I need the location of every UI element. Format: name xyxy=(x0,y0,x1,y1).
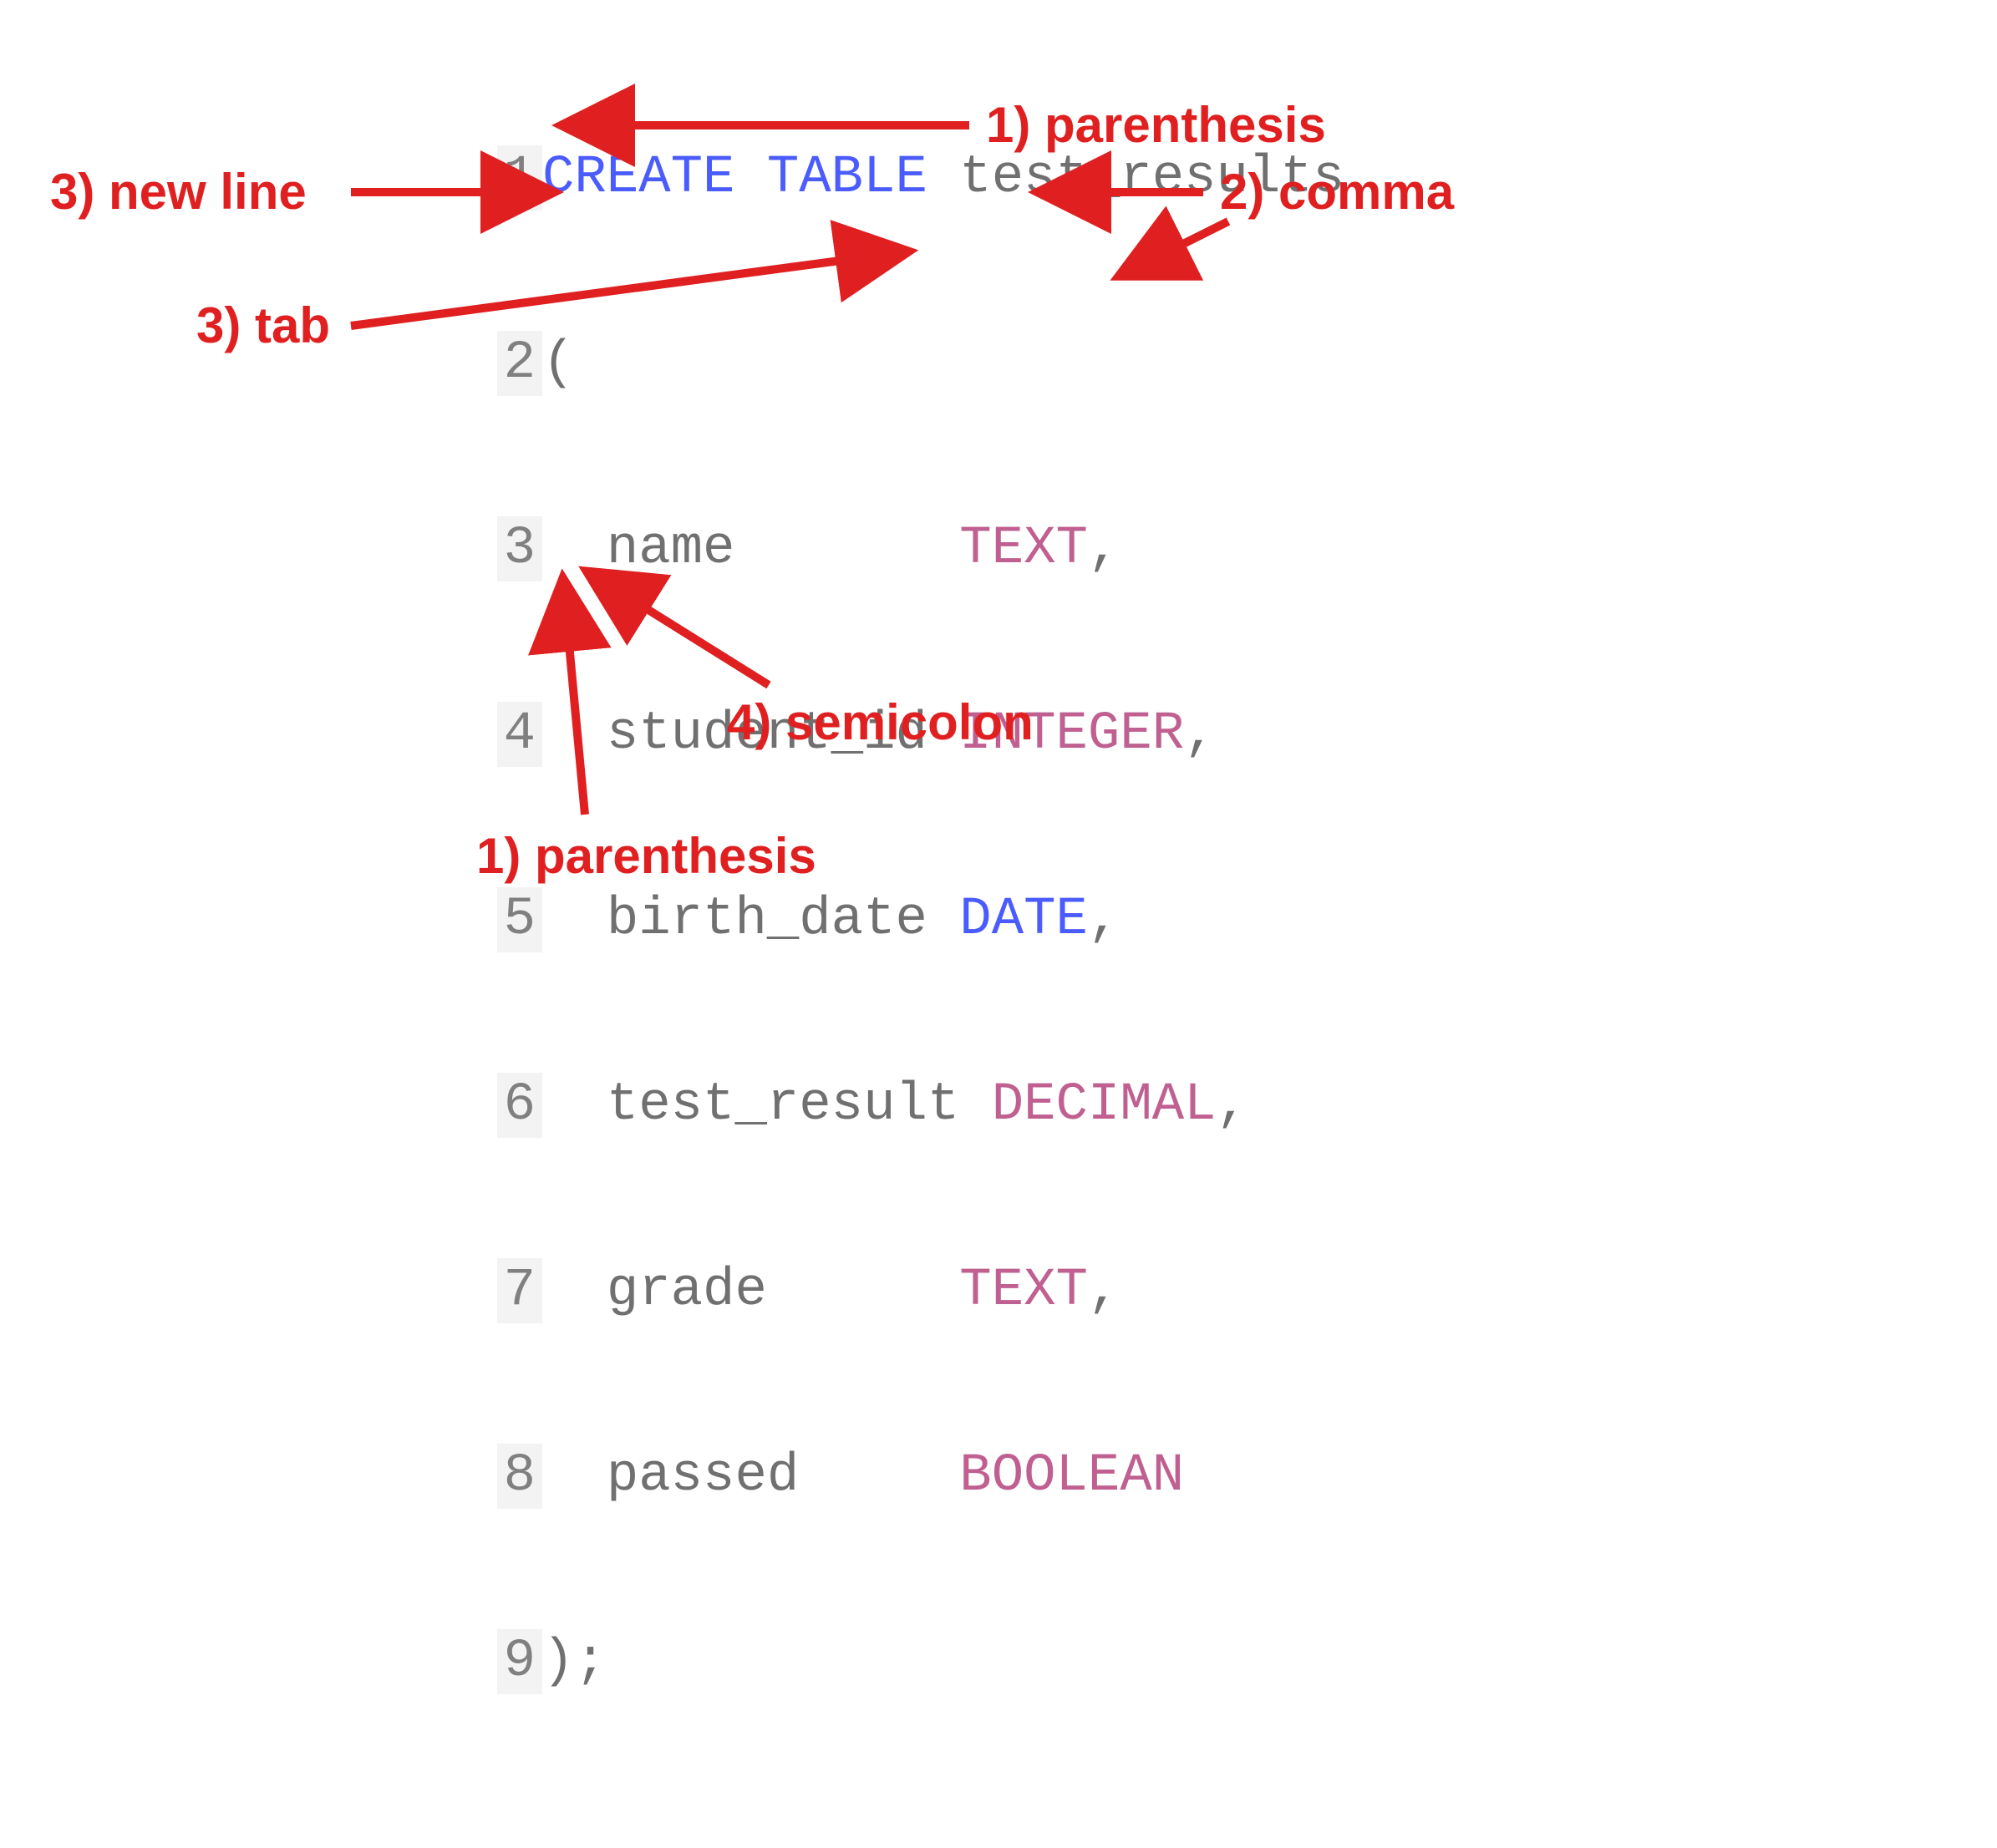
line-number: 9 xyxy=(497,1629,542,1694)
annotation-new-line: 3) new line xyxy=(50,163,307,221)
column-name: passed xyxy=(607,1446,959,1506)
sql-code-block: 1CREATE TABLE test_results 2( 3 name TEX… xyxy=(497,25,1344,1815)
column-name: grade xyxy=(607,1261,959,1321)
annotation-semicolon: 4) semicolon xyxy=(727,693,1034,751)
code-line-8: 8 passed BOOLEAN xyxy=(497,1444,1344,1509)
annotation-parenthesis-bottom: 1) parenthesis xyxy=(476,827,816,885)
code-line-1: 1CREATE TABLE test_results xyxy=(497,145,1344,211)
line-number: 1 xyxy=(497,145,542,211)
column-name: name xyxy=(607,519,959,579)
code-line-7: 7 grade TEXT, xyxy=(497,1258,1344,1323)
column-name: birth_date xyxy=(607,890,959,950)
comma: , xyxy=(1184,704,1216,764)
line-number: 2 xyxy=(497,331,542,396)
open-paren: ( xyxy=(542,333,574,393)
annotation-parenthesis-top: 1) parenthesis xyxy=(986,96,1326,154)
annotation-tab: 3) tab xyxy=(196,297,330,354)
keyword-create: CREATE xyxy=(542,148,734,208)
comma: , xyxy=(1217,1075,1248,1135)
code-line-3: 3 name TEXT, xyxy=(497,516,1344,581)
line-number: 4 xyxy=(497,702,542,767)
type-date: DATE xyxy=(959,890,1088,950)
close-paren: ) xyxy=(542,1632,574,1692)
type-boolean: BOOLEAN xyxy=(959,1446,1184,1506)
diagram-stage: 1CREATE TABLE test_results 2( 3 name TEX… xyxy=(0,0,1997,1066)
type-decimal: DECIMAL xyxy=(992,1075,1217,1135)
annotation-comma: 2) comma xyxy=(1220,163,1454,221)
type-text: TEXT xyxy=(959,519,1088,579)
keyword-table: TABLE xyxy=(767,148,927,208)
line-number: 5 xyxy=(497,887,542,952)
semicolon: ; xyxy=(574,1632,606,1692)
comma: , xyxy=(1088,890,1120,950)
code-line-5: 5 birth_date DATE, xyxy=(497,887,1344,952)
code-line-2: 2( xyxy=(497,331,1344,396)
code-line-6: 6 test_result DECIMAL, xyxy=(497,1073,1344,1138)
line-number: 6 xyxy=(497,1073,542,1138)
comma: , xyxy=(1088,1261,1120,1321)
comma: , xyxy=(1088,519,1120,579)
column-name: test_result xyxy=(607,1075,959,1135)
code-line-9: 9); xyxy=(497,1629,1344,1694)
line-number: 8 xyxy=(497,1444,542,1509)
line-number: 3 xyxy=(497,516,542,581)
line-number: 7 xyxy=(497,1258,542,1323)
type-text: TEXT xyxy=(959,1261,1088,1321)
